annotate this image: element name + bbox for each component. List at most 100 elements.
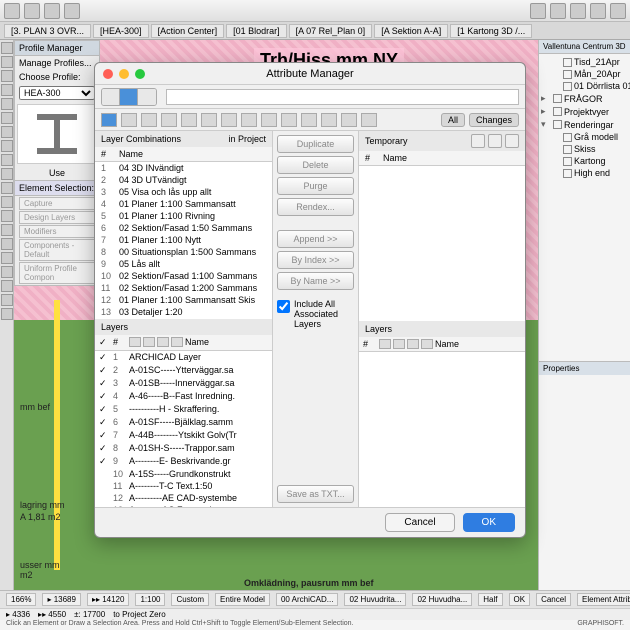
temp-combo-list[interactable] <box>359 166 525 321</box>
attr-type-icon[interactable] <box>121 113 137 127</box>
minimize-icon[interactable] <box>119 69 129 79</box>
palette-tool[interactable] <box>1 238 13 250</box>
layer-row[interactable]: ✓7A-44B--------Ytskikt Golv(Tr <box>95 429 272 442</box>
layer-combo-row[interactable]: 1303 Detaljer 1:20 <box>95 306 272 318</box>
cancel-button[interactable]: Cancel <box>536 593 571 606</box>
layer-combo-row[interactable]: 701 Planer 1:100 Nytt <box>95 234 272 246</box>
palette-tool[interactable] <box>1 98 13 110</box>
palette-tool[interactable] <box>1 56 13 68</box>
tool-icon[interactable] <box>590 3 606 19</box>
lock-icon[interactable] <box>129 337 141 347</box>
layer-row[interactable]: ✓3A-01SB-----Innerväggar.sa <box>95 377 272 390</box>
palette-tool[interactable] <box>1 224 13 236</box>
attr-type-icon[interactable] <box>201 113 217 127</box>
tool-icon[interactable] <box>24 3 40 19</box>
col-name[interactable]: Name <box>383 153 519 163</box>
components-row[interactable]: Components - Default <box>19 239 95 261</box>
palette-tool[interactable] <box>1 196 13 208</box>
zoom-icon[interactable] <box>135 69 145 79</box>
custom-select[interactable]: Custom <box>171 593 209 606</box>
mode-segment[interactable] <box>101 88 157 106</box>
tool-icon[interactable] <box>610 3 626 19</box>
doc-tab[interactable]: [01 Blodrar] <box>226 24 287 38</box>
layer-row[interactable]: ✓5----------H - Skraffering. <box>95 403 272 416</box>
layers-type-icon[interactable] <box>101 113 117 127</box>
layer-combo-select[interactable]: 00 ArchiCAD... <box>276 593 338 606</box>
tool-icon[interactable] <box>4 3 20 19</box>
palette-tool[interactable] <box>1 168 13 180</box>
doc-tab[interactable]: [Action Center] <box>151 24 225 38</box>
layer-combo-row[interactable]: 905 Lås allt <box>95 258 272 270</box>
layer-combo-row[interactable]: 1201 Planer 1:100 Sammansatt Skis <box>95 294 272 306</box>
tree-node[interactable]: Grå modell <box>539 131 630 143</box>
duplicate-button[interactable]: Duplicate <box>277 135 354 153</box>
layer-row[interactable]: ✓1ARCHICAD Layer <box>95 351 272 364</box>
tool-icon[interactable] <box>64 3 80 19</box>
lock-icon[interactable] <box>379 339 391 349</box>
design-layers-row[interactable]: Design Layers <box>19 211 95 224</box>
palette-tool[interactable] <box>1 140 13 152</box>
doc-tab[interactable]: [3. PLAN 3 OVR... <box>4 24 91 38</box>
tool-icon[interactable] <box>570 3 586 19</box>
attr-type-icon[interactable] <box>301 113 317 127</box>
attr-type-icon[interactable] <box>341 113 357 127</box>
tree-node[interactable]: Kartong <box>539 155 630 167</box>
by-name-button[interactable]: By Name >> <box>277 272 354 290</box>
palette-tool[interactable] <box>1 182 13 194</box>
export-icon[interactable] <box>488 134 502 148</box>
scale-select[interactable]: 1:100 <box>135 593 165 606</box>
close-panel-icon[interactable] <box>505 134 519 148</box>
cancel-button[interactable]: Cancel <box>385 513 454 532</box>
layer-combo-select[interactable]: 02 Huvudrita... <box>344 593 406 606</box>
attr-type-icon[interactable] <box>181 113 197 127</box>
attr-type-icon[interactable] <box>141 113 157 127</box>
tree-node[interactable]: Mån_20Apr <box>539 68 630 80</box>
tree-node[interactable]: ▸FRÅGOR <box>539 92 630 105</box>
layer-row[interactable]: 10A-15S-----Grundkonstrukt <box>95 468 272 480</box>
attr-type-icon[interactable] <box>221 113 237 127</box>
attr-type-icon[interactable] <box>161 113 177 127</box>
folder-icon[interactable] <box>171 337 183 347</box>
layer-combo-list[interactable]: 104 3D INvändigt204 3D UTvändigt305 Visa… <box>95 162 272 319</box>
capture-button[interactable]: Capture <box>19 197 95 210</box>
all-filter[interactable]: All <box>441 113 465 127</box>
layer-row[interactable]: 12A---------AE CAD-systembe <box>95 492 272 504</box>
layer-row[interactable]: ✓4A-46-----B--Fast Inredning. <box>95 390 272 403</box>
layer-row[interactable]: ✓6A-01SF-----Bjälklag.samm <box>95 416 272 429</box>
col-name[interactable]: Name <box>119 149 266 159</box>
eye-icon[interactable] <box>393 339 405 349</box>
import-icon[interactable] <box>471 134 485 148</box>
layer-combo-row[interactable]: 1102 Sektion/Fasad 1:200 Sammans <box>95 282 272 294</box>
half-select[interactable]: Half <box>478 593 502 606</box>
layer-combo-row[interactable]: 800 Situationsplan 1:500 Sammans <box>95 246 272 258</box>
doc-tab[interactable]: [1 Kartong 3D /... <box>450 24 532 38</box>
layer-row[interactable]: ✓9A--------E- Beskrivande.gr <box>95 455 272 468</box>
by-index-button[interactable]: By Index >> <box>277 251 354 269</box>
palette-tool[interactable] <box>1 294 13 306</box>
layer-combo-row[interactable]: 401 Planer 1:100 Sammansatt <box>95 198 272 210</box>
layer-combo-select[interactable]: 02 Huvudha... <box>412 593 472 606</box>
eye-icon[interactable] <box>143 337 155 347</box>
tree-node[interactable]: 01 Dörrlista 01 <box>539 80 630 92</box>
ok-button[interactable]: OK <box>463 513 515 532</box>
changes-filter[interactable]: Changes <box>469 113 519 127</box>
wireframe-icon[interactable] <box>407 339 419 349</box>
temp-layer-list[interactable] <box>359 352 525 507</box>
ok-button[interactable]: OK <box>509 593 531 606</box>
palette-tool[interactable] <box>1 280 13 292</box>
include-all-checkbox[interactable]: Include All Associated Layers <box>277 299 354 329</box>
doc-tab[interactable]: [A 07 Rel_Plan 0] <box>289 24 373 38</box>
doc-tab[interactable]: [HEA-300] <box>93 24 149 38</box>
palette-tool[interactable] <box>1 266 13 278</box>
palette-tool[interactable] <box>1 70 13 82</box>
palette-tool[interactable] <box>1 210 13 222</box>
zoom-level[interactable]: 166% <box>6 593 36 606</box>
attr-type-icon[interactable] <box>281 113 297 127</box>
purge-button[interactable]: Purge <box>277 177 354 195</box>
layer-row[interactable]: 11A--------T-C Text.1:50 <box>95 480 272 492</box>
layer-combo-row[interactable]: 204 3D UTvändigt <box>95 174 272 186</box>
delete-button[interactable]: Delete <box>277 156 354 174</box>
palette-tool[interactable] <box>1 126 13 138</box>
search-input[interactable] <box>166 89 519 105</box>
modifiers-row[interactable]: Modifiers <box>19 225 95 238</box>
